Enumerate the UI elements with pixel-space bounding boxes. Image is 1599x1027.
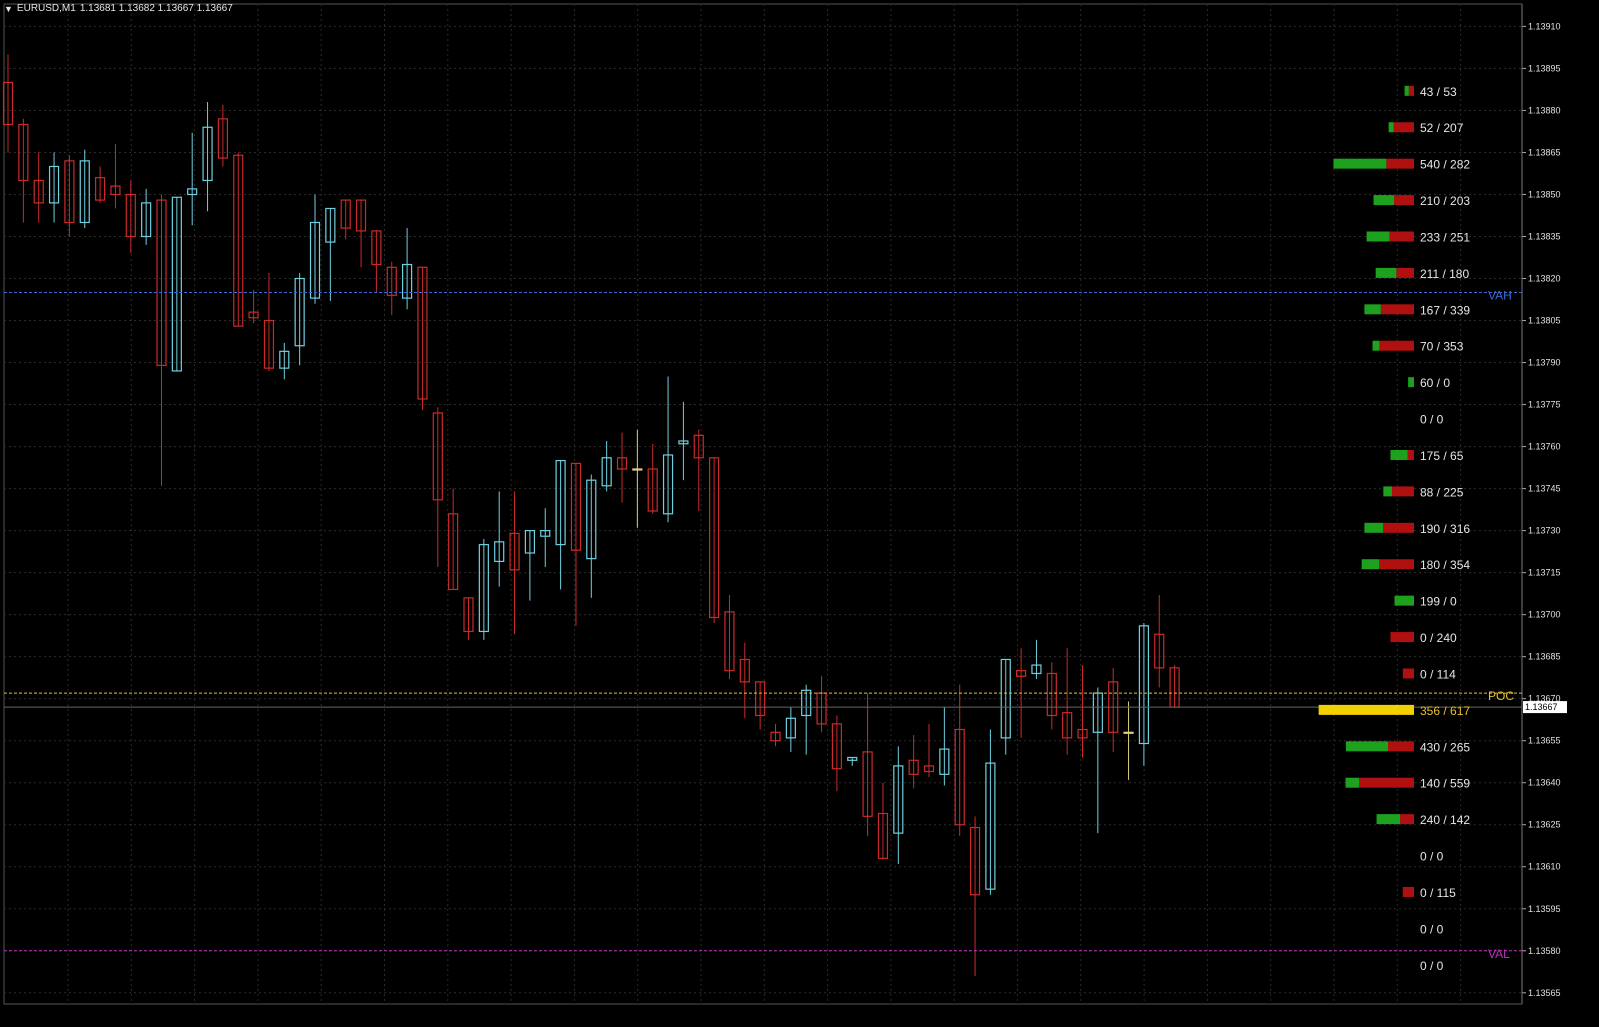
sell-volume-bar xyxy=(1383,522,1414,533)
price-axis-label: 1.13745 xyxy=(1528,484,1561,494)
price-axis-label: 1.13805 xyxy=(1528,316,1561,326)
volume-profile-label: 43 / 53 xyxy=(1420,85,1457,99)
sell-volume-bar xyxy=(1386,158,1414,169)
sell-volume-bar xyxy=(1402,668,1414,679)
price-axis-label: 1.13625 xyxy=(1528,820,1561,830)
buy-volume-bar xyxy=(1333,158,1387,169)
sell-volume-bar xyxy=(1379,340,1414,351)
triangle-down-icon[interactable]: ▼ xyxy=(4,4,13,14)
volume-profile-label: 70 / 353 xyxy=(1420,340,1464,354)
price-axis-label: 1.13835 xyxy=(1528,231,1561,241)
candle-body xyxy=(1123,731,1134,734)
buy-volume-bar xyxy=(1364,522,1384,533)
buy-volume-bar xyxy=(1408,377,1414,388)
volume-profile-label: 430 / 265 xyxy=(1420,740,1470,754)
price-axis-label: 1.13895 xyxy=(1528,63,1561,73)
buy-volume-bar xyxy=(1373,195,1395,206)
price-axis-label: 1.13700 xyxy=(1528,610,1561,620)
candle-body xyxy=(632,468,643,471)
price-axis-label: 1.13820 xyxy=(1528,274,1561,284)
vah-label: VAH xyxy=(1488,289,1512,303)
poc-label: POC xyxy=(1488,689,1514,703)
price-axis-label: 1.13910 xyxy=(1528,21,1561,31)
volume-profile-label: 0 / 240 xyxy=(1420,631,1457,645)
volume-profile-label: 175 / 65 xyxy=(1420,449,1464,463)
buy-volume-bar xyxy=(1366,231,1390,242)
sell-volume-bar xyxy=(1390,632,1414,643)
volume-profile-label: 52 / 207 xyxy=(1420,121,1464,135)
volume-profile-label: 210 / 203 xyxy=(1420,194,1470,208)
price-axis-label: 1.13655 xyxy=(1528,736,1561,746)
volume-profile-label: 60 / 0 xyxy=(1420,376,1450,390)
buy-volume-bar xyxy=(1372,340,1380,351)
volume-profile-label: 140 / 559 xyxy=(1420,777,1470,791)
sell-volume-bar xyxy=(1391,486,1414,497)
volume-profile-label: 180 / 354 xyxy=(1420,558,1470,572)
sell-volume-bar xyxy=(1393,122,1414,133)
volume-profile-label: 0 / 114 xyxy=(1420,667,1456,681)
buy-volume-bar xyxy=(1376,814,1401,825)
sell-volume-bar xyxy=(1388,741,1414,752)
trading-chart-window[interactable]: 1.13910 1.13895 1.13880 1.13865 1.13850 1.138… xyxy=(0,0,1599,1027)
price-axis-label: 1.13715 xyxy=(1528,568,1561,578)
price-axis-label: 1.13610 xyxy=(1528,862,1561,872)
price-axis-label: 1.13880 xyxy=(1528,105,1561,115)
price-axis-label: 1.13640 xyxy=(1528,778,1561,788)
buy-volume-bar xyxy=(1345,777,1360,788)
buy-volume-bar xyxy=(1375,267,1397,278)
symbol-label: EURUSD,M1 xyxy=(16,3,76,14)
volume-profile-label: 0 / 115 xyxy=(1420,886,1456,900)
price-axis-label: 1.13685 xyxy=(1528,652,1561,662)
volume-profile-label: 0 / 0 xyxy=(1420,959,1444,973)
buy-volume-bar xyxy=(1345,741,1389,752)
sell-volume-bar xyxy=(1389,231,1414,242)
volume-profile-label: 0 / 0 xyxy=(1420,413,1444,427)
buy-volume-bar xyxy=(1390,449,1408,460)
sell-volume-bar xyxy=(1380,304,1414,315)
sell-volume-bar xyxy=(1359,777,1414,788)
price-axis-label: 1.13595 xyxy=(1528,904,1561,914)
chart-header: ▼ EURUSD,M1 1.13681 1.13682 1.13667 1.13… xyxy=(4,3,233,14)
volume-profile-label: 233 / 251 xyxy=(1420,230,1470,244)
volume-profile-label: 356 / 617 xyxy=(1420,704,1470,718)
volume-profile-label: 0 / 0 xyxy=(1420,850,1444,864)
sell-volume-bar xyxy=(1400,814,1414,825)
volume-profile-label: 199 / 0 xyxy=(1420,595,1457,609)
buy-volume-bar xyxy=(1388,122,1394,133)
price-axis-label: 1.13580 xyxy=(1528,946,1561,956)
volume-profile-label: 211 / 180 xyxy=(1420,267,1469,281)
volume-profile-label: 190 / 316 xyxy=(1420,522,1470,536)
price-chart[interactable]: 1.13910 1.13895 1.13880 1.13865 1.13850 1.138… xyxy=(0,0,1599,1027)
buy-volume-bar xyxy=(1383,486,1392,497)
plot-area[interactable] xyxy=(3,3,1523,1005)
volume-profile-label: 540 / 282 xyxy=(1420,158,1470,172)
price-axis-label: 1.13565 xyxy=(1528,988,1561,998)
current-price-value: 1.13667 xyxy=(1525,702,1558,712)
val-label: VAL xyxy=(1488,947,1510,961)
price-axis-label: 1.13775 xyxy=(1528,400,1561,410)
buy-volume-bar xyxy=(1394,595,1414,606)
sell-volume-bar xyxy=(1407,449,1414,460)
buy-volume-bar xyxy=(1361,559,1380,570)
ohlc-readout: 1.13681 1.13682 1.13667 1.13667 xyxy=(79,3,233,14)
sell-volume-bar xyxy=(1402,886,1414,897)
price-axis-label: 1.13865 xyxy=(1528,147,1561,157)
price-axis-label: 1.13760 xyxy=(1528,442,1561,452)
sell-volume-bar xyxy=(1394,195,1414,206)
buy-volume-bar xyxy=(1404,85,1409,96)
volume-profile-label: 88 / 225 xyxy=(1420,485,1464,499)
buy-volume-bar xyxy=(1364,304,1381,315)
price-axis-label: 1.13850 xyxy=(1528,189,1561,199)
sell-volume-bar xyxy=(1408,85,1414,96)
volume-profile-label: 0 / 0 xyxy=(1420,922,1444,936)
sell-volume-bar xyxy=(1379,559,1414,570)
volume-profile-label: 167 / 339 xyxy=(1420,303,1470,317)
sell-volume-bar xyxy=(1396,267,1414,278)
volume-profile-label: 240 / 142 xyxy=(1420,813,1470,827)
price-axis-label: 1.13730 xyxy=(1528,526,1561,536)
price-axis-label: 1.13790 xyxy=(1528,358,1561,368)
poc-volume-bar xyxy=(1318,704,1414,715)
